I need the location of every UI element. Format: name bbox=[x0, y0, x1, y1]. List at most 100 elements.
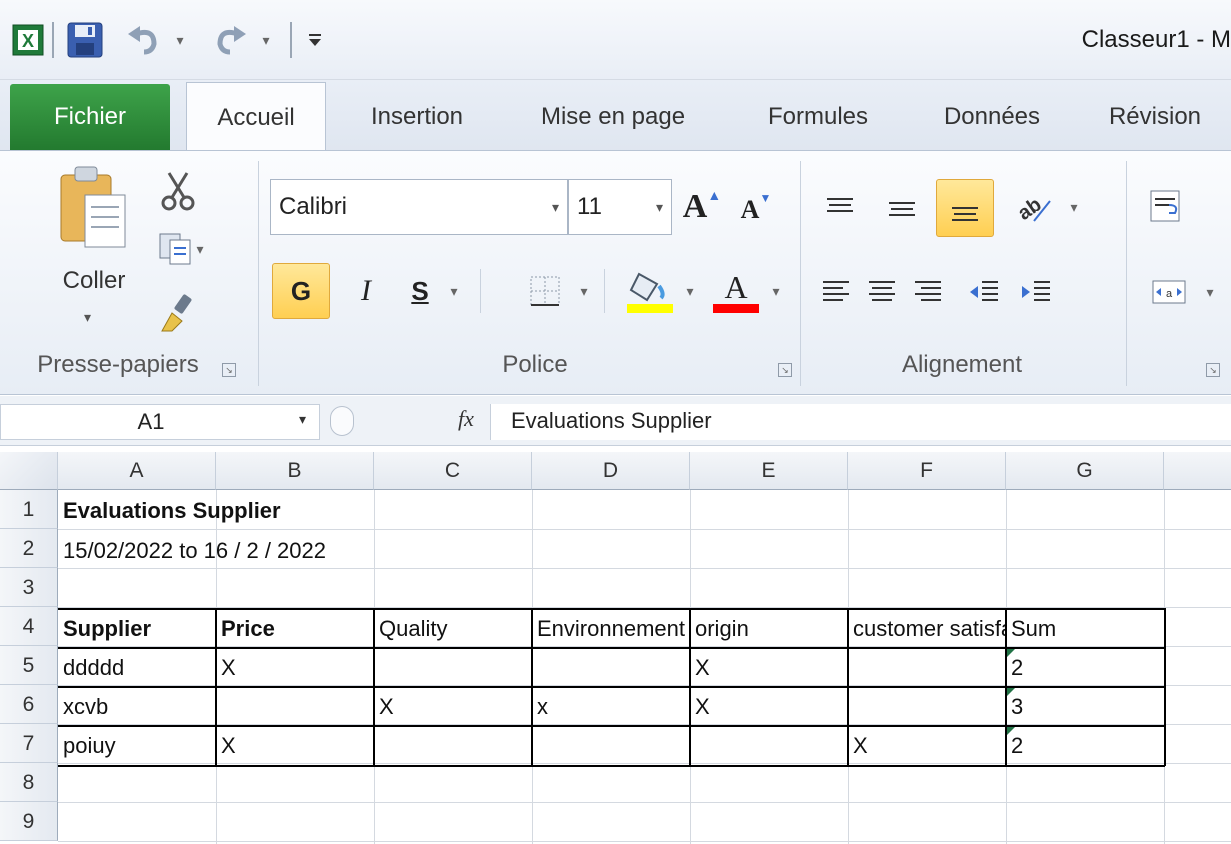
cell-f4[interactable]: customer satisfaction bbox=[848, 616, 1005, 642]
tab-formules[interactable]: Formules bbox=[748, 82, 888, 152]
cell-b7[interactable]: X bbox=[216, 733, 373, 759]
row-header[interactable]: 5 bbox=[0, 646, 58, 685]
alignment-launcher-icon[interactable]: ↘ bbox=[1206, 363, 1220, 377]
row-header[interactable]: 1 bbox=[0, 490, 58, 529]
cell-g5[interactable]: 2 bbox=[1006, 655, 1163, 681]
formula-bar-resize-handle[interactable] bbox=[330, 406, 354, 436]
undo-dropdown-icon[interactable]: ▾ bbox=[170, 20, 190, 60]
paste-dropdown-icon[interactable]: ▾ bbox=[84, 309, 91, 326]
format-painter-icon[interactable] bbox=[156, 289, 200, 337]
cell-e5[interactable]: X bbox=[690, 655, 847, 681]
cell-a6[interactable]: xcvb bbox=[58, 694, 215, 720]
tab-donnees[interactable]: Données bbox=[922, 82, 1062, 152]
paste-icon[interactable] bbox=[48, 163, 138, 253]
gridline bbox=[58, 529, 1231, 530]
chevron-down-icon[interactable]: ▾ bbox=[552, 180, 559, 234]
font-size-value: 11 bbox=[577, 193, 602, 220]
redo-dropdown-icon[interactable]: ▾ bbox=[256, 20, 276, 60]
cell-d4[interactable]: Environnement bbox=[532, 616, 689, 642]
cell-a7[interactable]: poiuy bbox=[58, 733, 215, 759]
name-box[interactable]: A1 ▾ bbox=[0, 404, 320, 440]
cell-e4[interactable]: origin bbox=[690, 616, 847, 642]
align-top-icon[interactable] bbox=[816, 185, 864, 231]
tab-revision[interactable]: Révision bbox=[1090, 82, 1220, 152]
borders-dropdown-icon[interactable]: ▾ bbox=[574, 263, 594, 319]
worksheet-grid[interactable]: A B C D E F G 123456789 Evaluations Supp… bbox=[0, 452, 1231, 844]
row-header[interactable]: 9 bbox=[0, 802, 58, 841]
col-header-f[interactable]: F bbox=[848, 452, 1006, 490]
decrease-indent-icon[interactable] bbox=[960, 269, 1008, 315]
cell-b5[interactable]: X bbox=[216, 655, 373, 681]
col-header-b[interactable]: B bbox=[216, 452, 374, 490]
redo-icon[interactable] bbox=[210, 20, 250, 60]
col-header-h[interactable] bbox=[1164, 452, 1231, 490]
clipboard-launcher-icon[interactable]: ↘ bbox=[222, 363, 236, 377]
col-header-e[interactable]: E bbox=[690, 452, 848, 490]
underline-button[interactable]: S bbox=[400, 263, 440, 319]
save-icon[interactable] bbox=[62, 20, 108, 60]
borders-icon[interactable] bbox=[520, 263, 570, 319]
cell-a2[interactable]: 15/02/2022 to 16 / 2 / 2022 bbox=[58, 538, 326, 564]
align-middle-icon[interactable] bbox=[878, 185, 926, 231]
col-header-g[interactable]: G bbox=[1006, 452, 1164, 490]
font-color-icon[interactable]: A bbox=[708, 263, 764, 319]
cell-g7[interactable]: 2 bbox=[1006, 733, 1163, 759]
undo-icon[interactable] bbox=[124, 20, 164, 60]
cell-b4[interactable]: Price bbox=[216, 616, 373, 642]
cell-g4[interactable]: Sum bbox=[1006, 616, 1163, 642]
cell-g6[interactable]: 3 bbox=[1006, 694, 1163, 720]
cell-a5[interactable]: ddddd bbox=[58, 655, 215, 681]
increase-indent-icon[interactable] bbox=[1012, 269, 1060, 315]
merge-center-icon[interactable]: a bbox=[1142, 269, 1196, 315]
paste-label[interactable]: Coller bbox=[46, 267, 142, 295]
col-header-c[interactable]: C bbox=[374, 452, 532, 490]
align-left-icon[interactable] bbox=[816, 269, 856, 315]
merge-dropdown-icon[interactable]: ▾ bbox=[1200, 269, 1220, 315]
align-bottom-icon[interactable] bbox=[936, 179, 994, 237]
col-header-a[interactable]: A bbox=[58, 452, 216, 490]
orientation-dropdown-icon[interactable]: ▾ bbox=[1064, 181, 1084, 233]
excel-icon[interactable]: X bbox=[10, 20, 46, 60]
cell-e6[interactable]: X bbox=[690, 694, 847, 720]
wrap-text-icon[interactable] bbox=[1142, 181, 1192, 233]
row-header[interactable]: 4 bbox=[0, 607, 58, 646]
font-launcher-icon[interactable]: ↘ bbox=[778, 363, 792, 377]
select-all-corner[interactable] bbox=[0, 452, 58, 490]
font-name-combo[interactable]: Calibri ▾ bbox=[270, 179, 568, 235]
tab-mise-en-page[interactable]: Mise en page bbox=[518, 82, 708, 152]
customize-icon[interactable] bbox=[300, 20, 330, 60]
cell-f7[interactable]: X bbox=[848, 733, 1005, 759]
font-color-dropdown-icon[interactable]: ▾ bbox=[766, 263, 786, 319]
bold-button[interactable]: G bbox=[272, 263, 330, 319]
fill-color-dropdown-icon[interactable]: ▾ bbox=[680, 263, 700, 319]
align-center-icon[interactable] bbox=[862, 269, 902, 315]
tab-accueil[interactable]: Accueil bbox=[186, 82, 326, 154]
font-size-combo[interactable]: 11 ▾ bbox=[568, 179, 672, 235]
row-header[interactable]: 6 bbox=[0, 685, 58, 724]
cut-icon[interactable] bbox=[156, 169, 200, 213]
grow-font-icon[interactable]: A ▲ bbox=[680, 181, 724, 233]
tab-fichier[interactable]: Fichier bbox=[10, 84, 170, 150]
col-header-d[interactable]: D bbox=[532, 452, 690, 490]
chevron-down-icon[interactable]: ▾ bbox=[299, 411, 306, 428]
align-right-icon[interactable] bbox=[908, 269, 948, 315]
cell-c6[interactable]: X bbox=[374, 694, 531, 720]
row-header[interactable]: 3 bbox=[0, 568, 58, 607]
underline-dropdown-icon[interactable]: ▾ bbox=[444, 263, 464, 319]
cell-c4[interactable]: Quality bbox=[374, 616, 531, 642]
copy-icon[interactable]: ▾ bbox=[152, 227, 208, 271]
row-header[interactable]: 8 bbox=[0, 763, 58, 802]
formula-input[interactable]: Evaluations Supplier bbox=[490, 404, 1231, 440]
insert-function-icon[interactable]: fx bbox=[450, 406, 482, 436]
row-header[interactable]: 7 bbox=[0, 724, 58, 763]
cell-a4[interactable]: Supplier bbox=[58, 616, 215, 642]
fill-color-icon[interactable] bbox=[622, 263, 678, 319]
shrink-font-icon[interactable]: A ▼ bbox=[734, 187, 778, 233]
tab-insertion[interactable]: Insertion bbox=[352, 82, 482, 152]
chevron-down-icon[interactable]: ▾ bbox=[656, 180, 663, 234]
row-header[interactable]: 2 bbox=[0, 529, 58, 568]
cell-d6[interactable]: x bbox=[532, 694, 689, 720]
italic-button[interactable]: I bbox=[346, 263, 386, 319]
orientation-icon[interactable]: ab bbox=[1004, 181, 1064, 233]
cell-a1[interactable]: Evaluations Supplier bbox=[58, 498, 281, 524]
